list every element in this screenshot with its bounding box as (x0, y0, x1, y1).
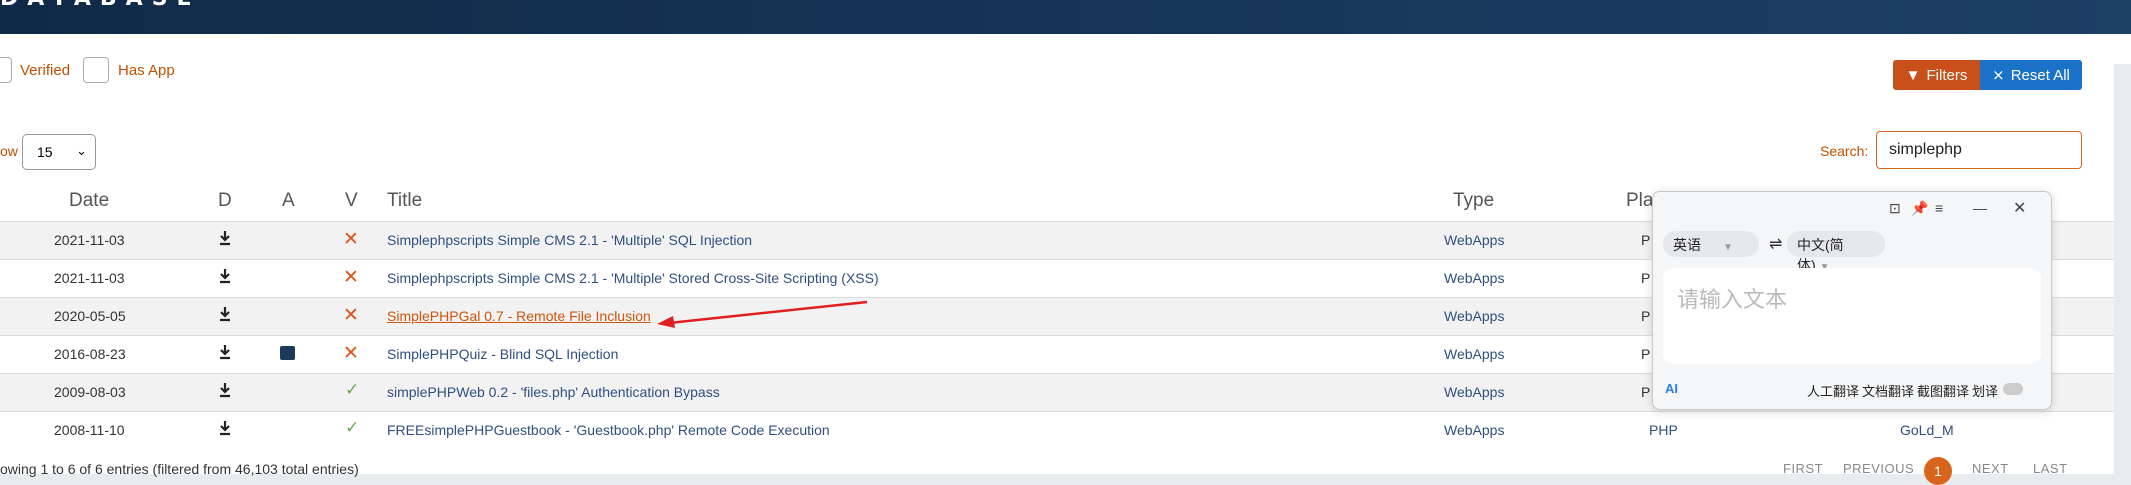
not-verified-icon: ✕ (343, 305, 359, 326)
pin-icon[interactable]: 📌 (1911, 200, 1928, 217)
header-date[interactable]: Date (69, 190, 109, 212)
row-platform[interactable]: P (1641, 270, 1650, 286)
exploit-title-link[interactable]: simplePHPWeb 0.2 - 'files.php' Authentic… (387, 384, 720, 400)
menu-icon[interactable]: ≡ (1935, 200, 1943, 216)
row-date: 2016-08-23 (54, 346, 126, 362)
screenshot-icon[interactable]: ⊡ (1889, 200, 1901, 217)
not-verified-icon: ✕ (343, 267, 359, 288)
verified-checkbox[interactable] (0, 57, 12, 83)
human-translate-button[interactable]: 人工翻译 (1807, 381, 1859, 400)
exploit-title-link[interactable]: Simplephpscripts Simple CMS 2.1 - 'Multi… (387, 232, 752, 248)
document-translate-button[interactable]: 文档翻译 (1862, 381, 1914, 400)
site-logo: DATABASE (0, 0, 201, 11)
filters-button-label: Filters (1926, 66, 1968, 84)
row-date: 2009-08-03 (54, 384, 126, 400)
row-type[interactable]: WebApps (1444, 308, 1504, 324)
not-verified-icon: ✕ (343, 229, 359, 250)
source-language-label: 英语 (1673, 237, 1701, 253)
verified-check-icon: ✓ (345, 380, 360, 399)
search-input[interactable]: simplephp (1876, 131, 2082, 169)
row-platform[interactable]: P (1641, 308, 1650, 324)
reset-button-label: Reset All (2010, 66, 2070, 84)
row-type[interactable]: WebApps (1444, 346, 1504, 362)
row-type[interactable]: WebApps (1444, 384, 1504, 400)
current-page-button[interactable]: 1 (1924, 457, 1952, 485)
row-date: 2021-11-03 (54, 270, 125, 286)
filter-icon: ▼ (1905, 66, 1921, 84)
entries-value: 15 (37, 144, 53, 160)
entries-per-page-select[interactable]: 15 ⌄ (22, 134, 96, 170)
translator-popup: ⊡ 📌 ≡ — ✕ 英语 ▼ ⇌ 中文(简体)▼ 请输入文本 AI 人工翻译 文档… (1652, 191, 2052, 410)
search-input-value: simplephp (1889, 141, 1962, 158)
table-info: owing 1 to 6 of 6 entries (filtered from… (0, 461, 359, 477)
translation-input[interactable]: 请输入文本 (1663, 268, 2041, 364)
header-download[interactable]: D (218, 190, 232, 212)
row-platform[interactable]: P (1641, 232, 1650, 248)
word-translate-toggle[interactable] (2003, 383, 2023, 395)
table-row: 2008-11-10 ✓ FREEsimplePHPGuestbook - 'G… (0, 411, 2114, 450)
minimize-icon[interactable]: — (1973, 200, 1987, 216)
verified-label: Verified (20, 62, 71, 79)
show-entries-label: ow (0, 143, 18, 159)
row-type[interactable]: WebApps (1444, 232, 1504, 248)
verified-check-icon: ✓ (345, 418, 360, 437)
exploit-title-link[interactable]: SimplePHPGal 0.7 - Remote File Inclusion (387, 308, 651, 324)
source-language-select[interactable]: 英语 ▼ (1663, 231, 1759, 257)
exploit-title-link[interactable]: Simplephpscripts Simple CMS 2.1 - 'Multi… (387, 270, 879, 286)
close-icon[interactable]: ✕ (2013, 198, 2026, 218)
word-translate-label: 划译 (1972, 384, 1999, 399)
row-date: 2008-11-10 (54, 422, 125, 438)
screenshot-translate-button[interactable]: 截图翻译 (1917, 381, 1969, 400)
translation-input-placeholder: 请输入文本 (1677, 287, 1788, 312)
row-type[interactable]: WebApps (1444, 270, 1504, 286)
swap-languages-icon[interactable]: ⇌ (1769, 234, 1782, 254)
target-language-select[interactable]: 中文(简体)▼ (1787, 231, 1885, 273)
download-icon[interactable] (218, 382, 232, 398)
reset-all-button[interactable]: ⨯ Reset All (1980, 60, 2082, 90)
download-icon[interactable] (218, 268, 232, 284)
filters-button[interactable]: ▼ Filters (1893, 60, 1980, 90)
chevron-down-icon: ▼ (1723, 242, 1733, 253)
not-verified-icon: ✕ (343, 343, 359, 364)
ai-button[interactable]: AI (1665, 381, 1678, 396)
exploit-title-link[interactable]: SimplePHPQuiz - Blind SQL Injection (387, 346, 618, 362)
row-type[interactable]: WebApps (1444, 422, 1504, 438)
chevron-down-icon: ⌄ (76, 143, 87, 158)
download-icon[interactable] (218, 420, 232, 436)
download-icon[interactable] (218, 230, 232, 246)
row-platform[interactable]: P (1641, 346, 1650, 362)
top-banner: DATABASE (0, 0, 2131, 34)
has-app-label: Has App (118, 62, 175, 79)
panel-edge (2114, 34, 2131, 64)
annotation-arrow (657, 300, 868, 328)
row-date: 2020-05-05 (54, 308, 126, 324)
reset-filter-icon: ⨯ (1992, 67, 2005, 84)
header-title[interactable]: Title (387, 190, 422, 212)
download-icon[interactable] (218, 344, 232, 360)
header-type[interactable]: Type (1453, 190, 1494, 212)
vulnerable-app-download-icon[interactable] (280, 346, 295, 360)
row-platform[interactable]: PHP (1649, 422, 1678, 438)
row-platform[interactable]: P (1641, 384, 1650, 400)
row-author[interactable]: GoLd_M (1900, 422, 1954, 438)
row-date: 2021-11-03 (54, 232, 125, 248)
exploit-title-link[interactable]: FREEsimplePHPGuestbook - 'Guestbook.php'… (387, 422, 830, 438)
header-app[interactable]: A (282, 190, 295, 212)
search-label: Search: (1820, 143, 1869, 159)
download-icon[interactable] (218, 306, 232, 322)
header-verified[interactable]: V (345, 190, 358, 212)
has-app-checkbox[interactable] (83, 57, 109, 83)
